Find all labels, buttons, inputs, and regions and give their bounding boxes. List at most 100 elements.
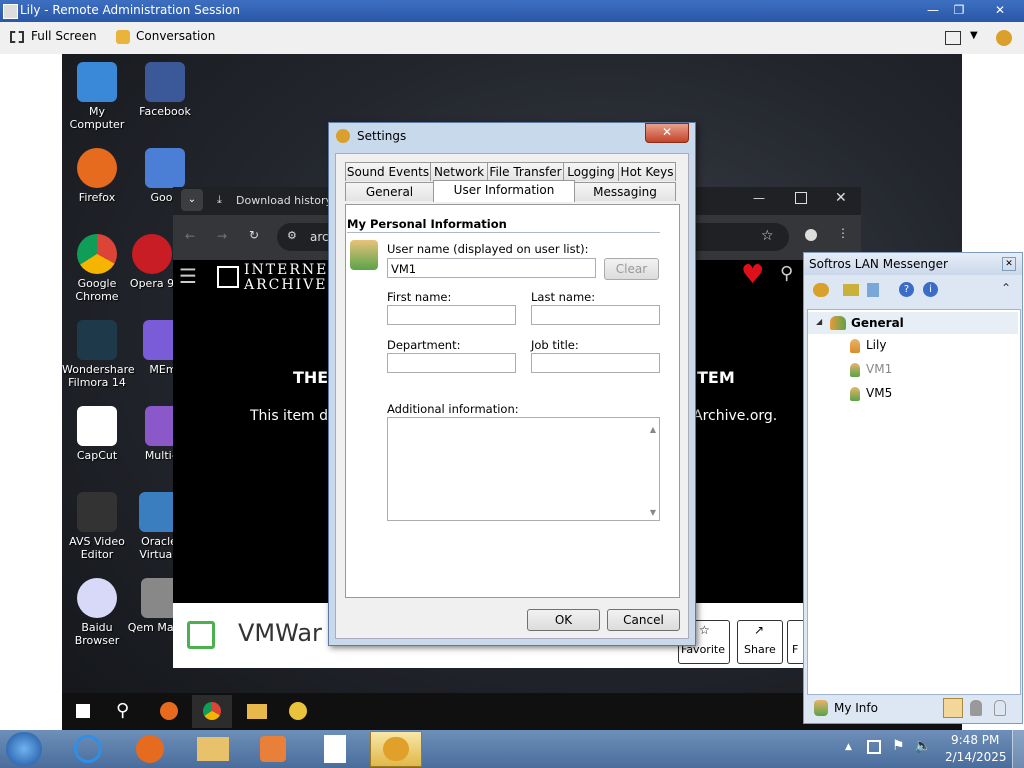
department-field[interactable] [387,353,516,373]
error-body-left: This item do [250,408,337,424]
messenger-close-button[interactable]: ✕ [1002,257,1016,271]
computer-icon [77,62,117,102]
tab-user-information[interactable]: User Information [433,180,575,202]
first-name-field[interactable] [387,305,516,325]
browser-minimize-button[interactable]: — [753,191,765,205]
contact-item[interactable]: VM1 [850,362,892,377]
desktop-icon-capcut[interactable]: CapCut [62,406,132,462]
username-field[interactable]: VM1 [387,258,596,278]
conversation-icon [116,30,130,44]
session-toolbar: Full Screen Conversation ▼ [0,22,1024,55]
network-icon[interactable] [867,740,881,754]
tab-hot-keys[interactable]: Hot Keys [618,162,676,181]
status-online-icon[interactable] [943,698,963,718]
tab-sound-events[interactable]: Sound Events [345,162,431,181]
status-away-icon[interactable] [970,700,982,716]
chevron-down-icon[interactable]: ⌄ [181,189,203,211]
menu-kebab-icon[interactable]: ⋮ [837,226,849,240]
my-info-button[interactable]: My Info [834,701,878,715]
start-orb-icon[interactable] [6,732,42,766]
windows-icon[interactable] [945,31,961,45]
firefox-icon[interactable] [136,735,164,763]
desktop-icon-filmora[interactable]: Wondershare Filmora 14 [62,320,135,389]
additional-info-textarea[interactable]: ▲ ▼ [387,417,660,521]
media-player-icon[interactable] [260,736,286,762]
user-online-icon [850,338,860,353]
contact-item[interactable]: VM5 [850,386,892,401]
folder-icon[interactable] [247,704,267,719]
messenger-icon[interactable] [996,30,1012,46]
scroll-up-icon[interactable]: ▲ [650,420,656,440]
clear-button[interactable]: Clear [604,258,659,280]
tab-network[interactable]: Network [430,162,488,181]
hamburger-icon[interactable]: ☰ [179,264,197,288]
chevron-down-icon[interactable]: ▼ [970,30,978,41]
messenger-icon[interactable] [289,702,307,720]
show-hidden-icons[interactable]: ▲ [845,742,852,752]
last-name-field[interactable] [531,305,660,325]
download-history-tab[interactable]: Download history [236,194,332,207]
info-icon[interactable]: i [923,282,938,297]
contact-item[interactable]: Lily [850,338,886,353]
firefox-icon[interactable] [160,702,178,720]
heart-icon[interactable]: ♥ [741,260,764,290]
site-info-icon[interactable]: ⚙ [287,229,297,242]
dialog-close-button[interactable]: ✕ [645,123,689,143]
desktop-icon-my-computer[interactable]: My Computer [62,62,132,131]
collapse-icon[interactable]: ⌃ [1001,281,1011,295]
url-text: arc [310,230,329,244]
desktop-icon-firefox[interactable]: Firefox [62,148,132,204]
search-icon[interactable]: ⚲ [780,263,793,284]
tab-file-transfer[interactable]: File Transfer [487,162,564,181]
conversation-button[interactable]: Conversation [136,29,215,43]
desktop-icon-facebook[interactable]: Facebook [130,62,200,118]
volume-icon[interactable]: 🔈 [914,738,931,754]
last-name-label: Last name: [531,290,596,304]
tab-messaging[interactable]: Messaging [574,182,676,201]
clock-time[interactable]: 9:48 PM [951,733,999,747]
tab-logging[interactable]: Logging [563,162,619,181]
reload-icon[interactable]: ↻ [249,228,259,242]
restore-button[interactable]: ❐ [942,0,976,20]
bookmark-star-icon[interactable]: ☆ [761,228,774,244]
desktop-icon-avs[interactable]: AVS Video Editor [62,492,132,561]
job-title-field[interactable] [531,353,660,373]
tab-general[interactable]: General [345,182,434,201]
group-icon [830,316,846,330]
flag-icon[interactable]: ⚑ [892,738,905,754]
fullscreen-button[interactable]: Full Screen [31,29,97,43]
document-icon[interactable] [324,735,346,763]
settings-icon[interactable] [813,283,829,297]
folder-icon[interactable] [197,737,229,761]
job-title-label: Job title: [531,338,579,352]
archive-logo-icon[interactable] [217,266,239,288]
forward-icon[interactable]: → [217,229,227,243]
search-icon[interactable]: ⚲ [116,700,129,721]
close-window-button[interactable]: ✕ [978,0,1022,20]
folder-icon[interactable] [843,284,859,296]
cancel-button[interactable]: Cancel [607,609,680,631]
error-headline-left: THE [293,368,329,387]
expand-arrow-icon[interactable]: ◢ [816,317,822,326]
archive-name-2: ARCHIVE [244,277,328,293]
internet-explorer-icon[interactable] [74,735,102,763]
user-online-icon [850,386,860,401]
group-row[interactable]: ◢ General [808,312,1018,334]
show-desktop-button[interactable] [1012,730,1024,768]
desktop-icon-baidu[interactable]: Baidu Browser [62,578,132,647]
share-button[interactable]: ↗ Share [737,620,783,664]
clock-date[interactable]: 2/14/2025 [945,750,1007,764]
group-name: General [851,316,904,330]
profile-icon[interactable] [805,229,817,241]
ok-button[interactable]: OK [527,609,600,631]
chrome-icon [203,702,221,720]
save-icon[interactable] [187,621,215,649]
help-icon[interactable]: ? [899,282,914,297]
browser-maximize-button[interactable] [795,192,807,204]
browser-close-button[interactable]: ✕ [835,190,847,206]
windows-start-icon[interactable] [76,704,90,718]
scroll-down-icon[interactable]: ▼ [650,508,656,518]
book-icon[interactable] [867,283,879,297]
back-icon[interactable]: ← [185,229,195,243]
status-offline-icon[interactable] [994,700,1006,716]
